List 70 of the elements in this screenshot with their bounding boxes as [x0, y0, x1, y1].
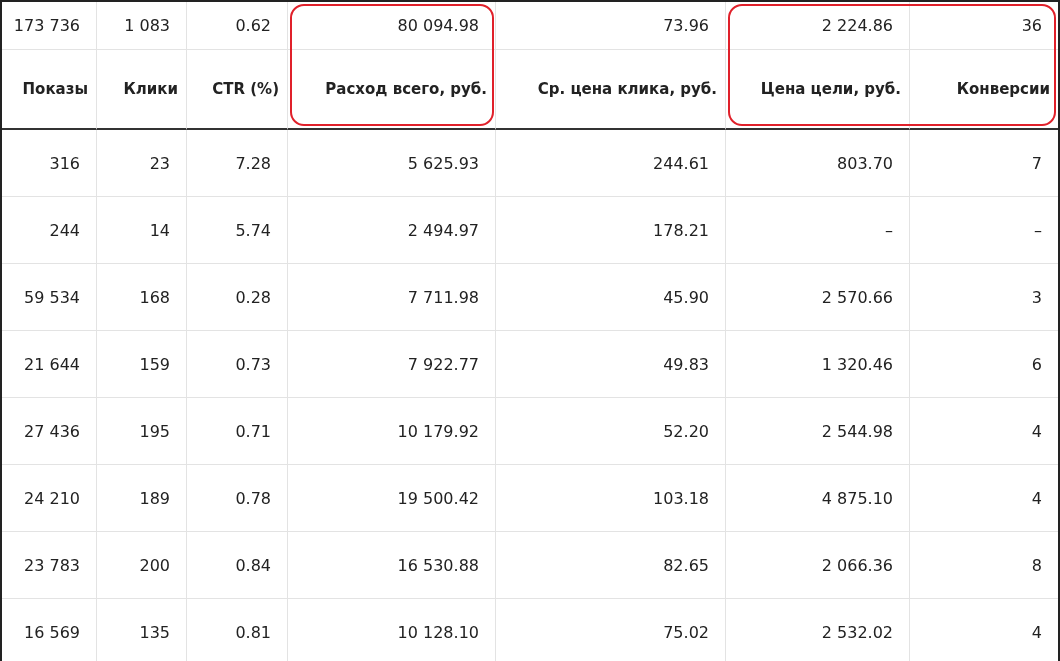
table-cell: 4 — [910, 599, 1058, 661]
table-cell: 0.73 — [187, 331, 288, 398]
total-cell: 1 083 — [97, 2, 187, 50]
table-cell: 200 — [97, 532, 187, 599]
table-cell: 23 783 — [2, 532, 97, 599]
table-cell: 27 436 — [2, 398, 97, 465]
table-cell: 7 922.77 — [288, 331, 496, 398]
table-cell: 2 570.66 — [726, 264, 910, 331]
total-cell: 2 224.86 — [726, 2, 910, 50]
table-cell: 3 — [910, 264, 1058, 331]
table-cell: 49.83 — [496, 331, 726, 398]
total-cell: 173 736 — [2, 2, 97, 50]
table-cell: 82.65 — [496, 532, 726, 599]
table-cell: 2 544.98 — [726, 398, 910, 465]
table-cell: 16 569 — [2, 599, 97, 661]
total-cell: 36 — [910, 2, 1058, 50]
column-header[interactable]: Показы — [2, 50, 97, 130]
table-cell: 7 711.98 — [288, 264, 496, 331]
table-cell: 2 494.97 — [288, 197, 496, 264]
table-cell: 6 — [910, 331, 1058, 398]
table-cell: 159 — [97, 331, 187, 398]
total-cell: 80 094.98 — [288, 2, 496, 50]
table-cell: 244.61 — [496, 130, 726, 197]
table-cell: 5.74 — [187, 197, 288, 264]
column-header[interactable]: Расход всего, руб. — [288, 50, 496, 130]
table-cell: – — [910, 197, 1058, 264]
table-cell: 4 — [910, 398, 1058, 465]
table-cell: 8 — [910, 532, 1058, 599]
table-cell: 5 625.93 — [288, 130, 496, 197]
table-cell: 135 — [97, 599, 187, 661]
table-cell: 75.02 — [496, 599, 726, 661]
table-cell: 1 320.46 — [726, 331, 910, 398]
table-cell: 24 210 — [2, 465, 97, 532]
table-cell: 244 — [2, 197, 97, 264]
column-header[interactable]: CTR (%) — [187, 50, 288, 130]
table-cell: 23 — [97, 130, 187, 197]
total-cell: 0.62 — [187, 2, 288, 50]
table-cell: 0.78 — [187, 465, 288, 532]
table-cell: 2 066.36 — [726, 532, 910, 599]
table-cell: 103.18 — [496, 465, 726, 532]
table-cell: 7 — [910, 130, 1058, 197]
table-cell: 316 — [2, 130, 97, 197]
table-cell: 168 — [97, 264, 187, 331]
table-cell: 10 128.10 — [288, 599, 496, 661]
table-cell: – — [726, 197, 910, 264]
table-cell: 21 644 — [2, 331, 97, 398]
table-cell: 0.81 — [187, 599, 288, 661]
table-cell: 4 — [910, 465, 1058, 532]
table-cell: 10 179.92 — [288, 398, 496, 465]
table-cell: 52.20 — [496, 398, 726, 465]
table-cell: 16 530.88 — [288, 532, 496, 599]
total-cell: 73.96 — [496, 2, 726, 50]
table-cell: 178.21 — [496, 197, 726, 264]
table-cell: 803.70 — [726, 130, 910, 197]
table-cell: 2 532.02 — [726, 599, 910, 661]
column-header[interactable]: Ср. цена клика, руб. — [496, 50, 726, 130]
table-cell: 59 534 — [2, 264, 97, 331]
table-cell: 14 — [97, 197, 187, 264]
column-header[interactable]: Конверсии — [910, 50, 1058, 130]
table-cell: 4 875.10 — [726, 465, 910, 532]
table-cell: 0.84 — [187, 532, 288, 599]
column-header[interactable]: Клики — [97, 50, 187, 130]
table-cell: 189 — [97, 465, 187, 532]
table-cell: 7.28 — [187, 130, 288, 197]
table-cell: 195 — [97, 398, 187, 465]
table-cell: 0.71 — [187, 398, 288, 465]
table-cell: 19 500.42 — [288, 465, 496, 532]
column-header[interactable]: Цена цели, руб. — [726, 50, 910, 130]
table-cell: 0.28 — [187, 264, 288, 331]
table-cell: 45.90 — [496, 264, 726, 331]
